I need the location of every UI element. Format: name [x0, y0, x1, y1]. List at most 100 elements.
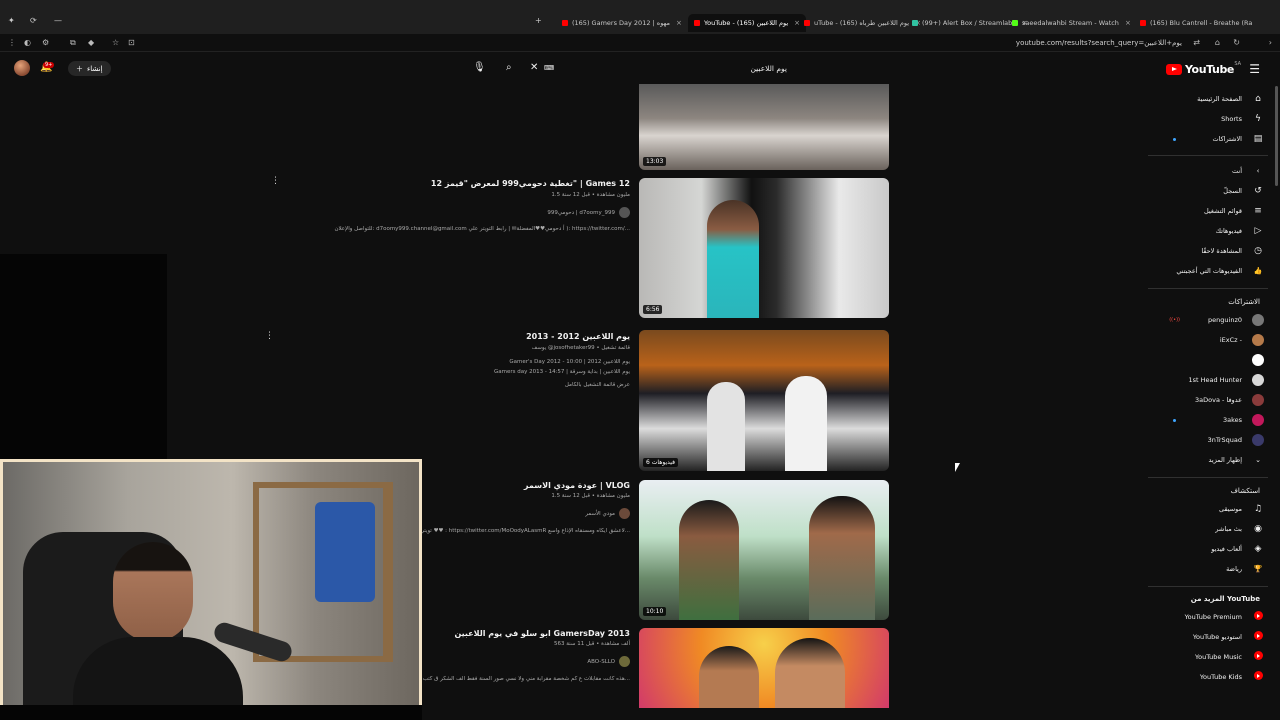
channel-name: 3akes — [1222, 416, 1242, 424]
playlist-title[interactable]: يوم اللاعبين 2012 - 2013 — [526, 332, 630, 341]
view-full-playlist-link[interactable]: عرض قائمة التشغيل بالكامل — [565, 382, 630, 388]
wallet-icon[interactable]: ◆ — [88, 38, 94, 47]
youtube-favicon-icon — [694, 20, 700, 26]
guide-menu-icon[interactable]: ☰ — [1249, 62, 1260, 76]
close-tab-icon[interactable]: × — [676, 19, 682, 27]
video-channel[interactable]: دحومي999 | d7oomy_999 — [547, 207, 630, 218]
channel-name: iExCz - — [1219, 336, 1242, 344]
more-actions-icon[interactable]: ⋮ — [271, 176, 280, 186]
tab-label: (165) Gamers Day 2012 | مهوه — [572, 19, 671, 27]
browser-tab[interactable]: (165) Blu Cantrell - Breathe (Ra — [1140, 14, 1252, 32]
sidebar-sub-channel[interactable]: penguinz0 — [1114, 313, 1264, 327]
sidebar-item-playlists[interactable]: قوائم التشغيل ≡ — [1114, 204, 1264, 218]
sidebar-item-label: Shorts — [1221, 115, 1242, 123]
keyboard-icon[interactable]: ⌨ — [544, 64, 554, 72]
close-tab-icon[interactable]: × — [794, 19, 800, 27]
sidebar-item-music[interactable]: موسيقى ♫ — [1114, 502, 1264, 516]
sidebar-item-youtube-kids[interactable]: YouTube Kids — [1114, 670, 1264, 684]
video-thumbnail[interactable]: 13:03 — [639, 84, 889, 170]
account-avatar[interactable] — [14, 60, 30, 76]
video-thumbnail[interactable]: 10:10 — [639, 480, 889, 620]
channel-avatar — [1252, 374, 1264, 386]
bookmark-star-icon[interactable]: ☆ — [112, 38, 119, 47]
sidebar-scrollbar[interactable] — [1275, 86, 1278, 186]
video-channel[interactable]: مودي الأسمر — [585, 508, 630, 519]
sidebar-sub-channel[interactable]: 3akes — [1114, 413, 1264, 427]
sidebar-item-your-videos[interactable]: فيديوهاتك ▷ — [1114, 224, 1264, 238]
url-field[interactable]: youtube.com/results?search_query=يوم+الل… — [1016, 39, 1182, 47]
browser-tab[interactable]: uTube - (165) يوم اللاعبين طرباه × — [804, 14, 921, 32]
create-button[interactable]: ＋ إنشاء — [68, 61, 111, 76]
sidebar-show-more[interactable]: إظهار المزيد ⌄ — [1114, 453, 1264, 467]
sidebar-item-youtube-premium[interactable]: YouTube Premium — [1114, 610, 1264, 624]
playlist-video-line[interactable]: Gamer's Day 2012 - يوم اللاعبين 2012 | 1… — [509, 359, 630, 365]
person-figure — [809, 496, 875, 620]
translate-icon[interactable]: ⇄ — [1193, 38, 1200, 47]
browser-tab-active[interactable]: YouTube - يوم اللاعبين (165) × — [688, 14, 807, 32]
sidebar-item-label: YouTube استوديو — [1192, 633, 1242, 641]
sidebar-item-liked-videos[interactable]: الفيديوهات التي أعجبتني 👍 — [1114, 264, 1264, 278]
video-thumbnail[interactable] — [639, 628, 889, 708]
channel-name: 3aDova - عدوفا — [1195, 396, 1242, 404]
new-content-dot — [1173, 138, 1176, 141]
profile-icon[interactable]: ◐ — [24, 38, 31, 47]
sidebar-section-you[interactable]: أنت ‹ — [1114, 164, 1264, 178]
sidebar-sub-channel[interactable]: 3aDova - عدوفا — [1114, 393, 1264, 407]
sidebar-item-label: رياضة — [1226, 565, 1242, 573]
show-more-label: إظهار المزيد — [1208, 456, 1242, 464]
streamer-face — [113, 542, 193, 642]
sidebar-item-gaming[interactable]: ألعاب فيديو ◈ — [1114, 542, 1264, 556]
logo-text: YouTube — [1184, 63, 1234, 76]
channel-avatar — [619, 508, 630, 519]
forward-icon[interactable]: › — [1269, 38, 1272, 47]
sidebar-toggle-icon[interactable]: ⋮ — [8, 38, 16, 47]
sidebar-sub-channel[interactable] — [1114, 353, 1264, 367]
screenshot-icon[interactable]: ⊡ — [128, 38, 135, 47]
video-channel[interactable]: ABO-SLLO — [587, 656, 630, 667]
youtube-favicon-icon — [804, 20, 810, 26]
new-tab-icon[interactable]: + — [535, 16, 542, 25]
sidebar-sub-channel[interactable]: 1st Head Hunter — [1114, 373, 1264, 387]
sidebar-item-youtube-music[interactable]: YouTube Music — [1114, 650, 1264, 664]
minimize-icon[interactable]: — — [54, 16, 62, 25]
browser-tab[interactable]: (165) Gamers Day 2012 | مهوه × — [562, 14, 682, 32]
sidebar-item-subscriptions[interactable]: الاشتراكات ▤ — [1114, 132, 1264, 146]
sidebar-sub-channel[interactable]: iExCz - — [1114, 333, 1264, 347]
home-icon[interactable]: ⌂ — [1215, 38, 1220, 47]
video-thumbnail[interactable]: 6:56 — [639, 178, 889, 318]
youtube-studio-icon — [1253, 631, 1263, 640]
video-title[interactable]: تغطية دحومي999 لمعرض "قيمز 12" | Games 1… — [431, 179, 630, 188]
playlist-thumbnail[interactable]: 6 فيديوهات — [639, 330, 889, 471]
trophy-icon: 🏆 — [1253, 565, 1263, 573]
sidebar-item-live[interactable]: بث مباشر ◉ — [1114, 522, 1264, 536]
sidebar-item-home[interactable]: الصفحة الرئيسية ⌂ — [1114, 92, 1264, 106]
sidebar-item-sports[interactable]: رياضة 🏆 — [1114, 562, 1264, 576]
sidebar-item-shorts[interactable]: Shorts ϟ — [1114, 112, 1264, 126]
copy-icon[interactable]: ⧉ — [70, 38, 76, 48]
search-icon[interactable]: ⌕ — [506, 62, 512, 73]
overlay-dark-panel — [0, 254, 167, 460]
sidebar-sub-channel[interactable]: 3nTrSquad — [1114, 433, 1264, 447]
playlist-video-line[interactable]: Gamers day 2013 - يوم اللاعبين | بداية و… — [494, 369, 630, 375]
search-input[interactable]: يوم اللاعبين — [750, 64, 787, 73]
voice-search-icon[interactable]: 🎙 — [473, 62, 486, 73]
video-description: للتواصل والإعلان: d7oomy999.channel@gmai… — [334, 226, 630, 232]
more-actions-icon[interactable]: ⋮ — [265, 331, 274, 341]
video-title[interactable]: ابو سلو في يوم اللاعبين GamersDay 2013 — [454, 629, 630, 638]
video-title[interactable]: عودة مودي الاسمر | VLOG — [524, 481, 630, 490]
subscriptions-icon: ▤ — [1253, 134, 1263, 144]
sidebar-item-watch-later[interactable]: المشاهدة لاحقًا ◷ — [1114, 244, 1264, 258]
close-tab-icon[interactable]: × — [1125, 19, 1131, 27]
more-from-youtube-heading: المزيد من YouTube — [1190, 595, 1260, 603]
sidebar-item-label: قوائم التشغيل — [1203, 207, 1242, 215]
browser-tab[interactable]: (99+) Alert Box / Streamlabs × — [912, 14, 1028, 32]
refresh-icon[interactable]: ⟳ — [30, 16, 37, 25]
sidebar-item-history[interactable]: السجلّ ↺ — [1114, 184, 1264, 198]
extension-icon[interactable]: ⚙ — [42, 38, 49, 47]
browser-tab[interactable]: saeedalwahbi Stream - Watch × — [1012, 14, 1131, 32]
sidebar-item-youtube-studio[interactable]: YouTube استوديو — [1114, 630, 1264, 644]
clear-search-icon[interactable]: ✕ — [530, 62, 538, 73]
youtube-logo[interactable]: YouTube SA — [1165, 61, 1241, 76]
reload-icon[interactable]: ↻ — [1233, 38, 1240, 47]
menu-icon[interactable]: ✦ — [8, 16, 15, 25]
